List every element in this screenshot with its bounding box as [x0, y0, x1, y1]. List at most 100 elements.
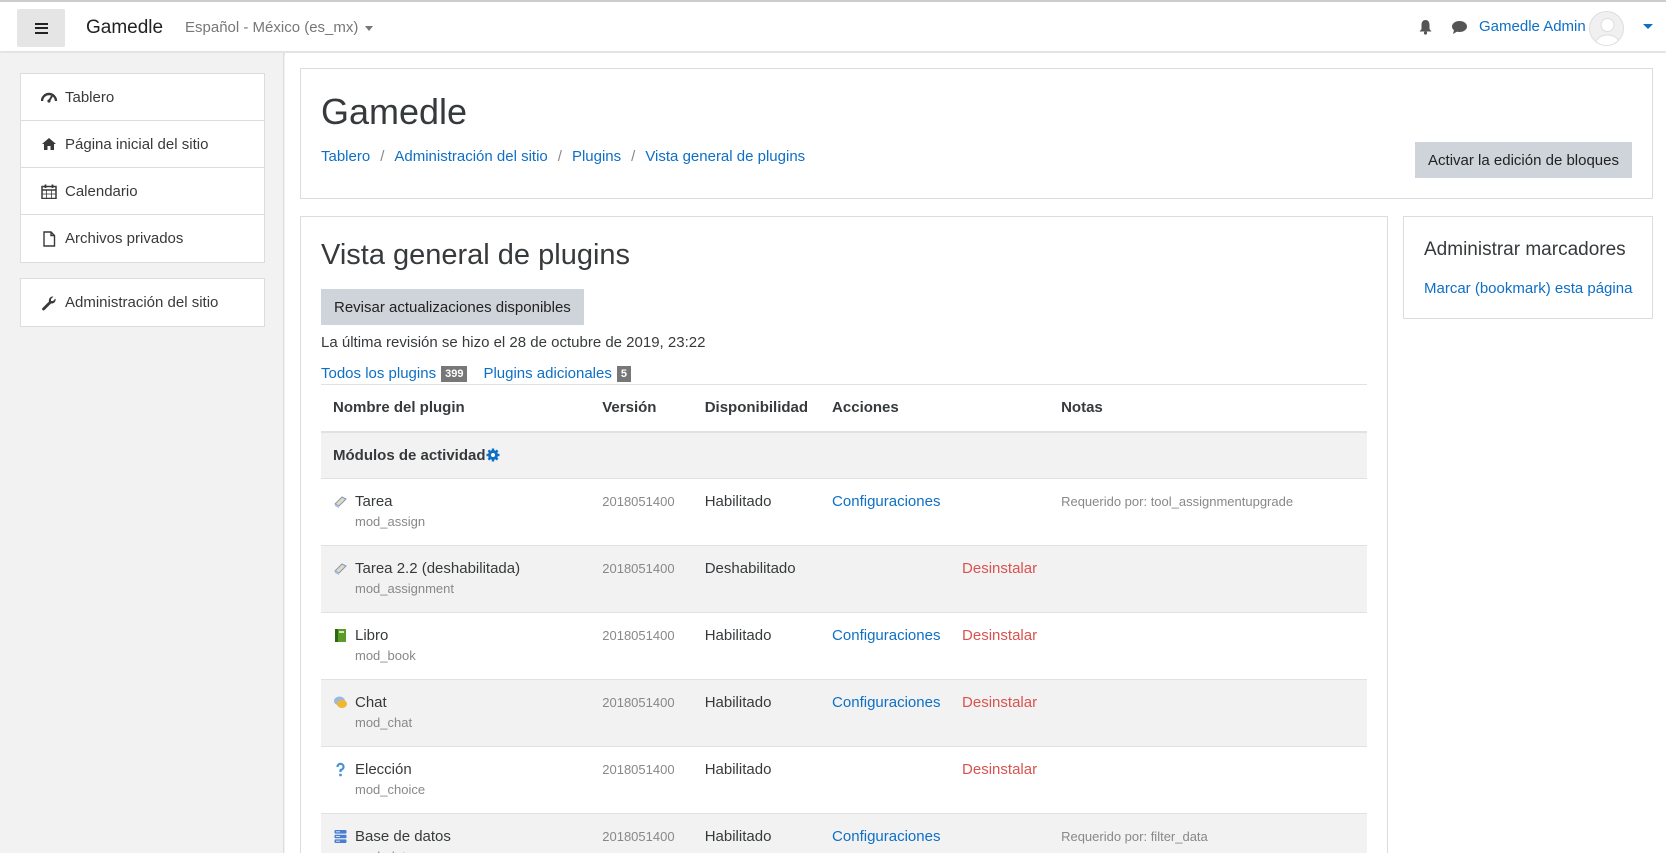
- drawer-item-private-files[interactable]: Archivos privados: [21, 215, 264, 262]
- hamburger-icon: [34, 22, 48, 34]
- filter-all-plugins-link[interactable]: Todos los plugins: [321, 365, 436, 382]
- drawer-admin-nav: Administración del sitio: [20, 278, 265, 327]
- language-menu[interactable]: Español - México (es_mx): [185, 19, 374, 36]
- drawer-item-label: Tablero: [65, 88, 115, 106]
- plugin-component: mod_assignment: [355, 581, 454, 596]
- book-icon: [335, 629, 346, 642]
- drawer-item-label: Administración del sitio: [65, 294, 219, 311]
- check-updates-button[interactable]: Revisar actualizaciones disponibles: [321, 289, 584, 325]
- breadcrumb-link-plugins-overview[interactable]: Vista general de plugins: [645, 148, 805, 165]
- settings-link[interactable]: [832, 560, 962, 577]
- nav-drawer: Tablero Página inicial del sitio Calenda…: [0, 53, 284, 853]
- plugin-availability: Habilitado: [692, 612, 821, 680]
- plugin-notes: Requerido por: filter_data: [1061, 829, 1208, 844]
- settings-link[interactable]: Configuraciones: [832, 828, 962, 845]
- plugin-version: 2018051400: [602, 628, 675, 643]
- column-header-notes: Notas: [1049, 384, 1367, 433]
- chat-bubble-icon: [334, 696, 347, 708]
- filter-additional-plugins-link[interactable]: Plugins adicionales: [483, 365, 611, 382]
- plugins-overview-region: Vista general de plugins Revisar actuali…: [300, 216, 1388, 853]
- settings-gear-icon[interactable]: [486, 448, 500, 462]
- count-badge: 5: [616, 365, 631, 382]
- drawer-item-dashboard[interactable]: Tablero: [21, 74, 264, 121]
- settings-link[interactable]: Configuraciones: [832, 493, 962, 510]
- user-menu-chevron-icon[interactable]: [1643, 24, 1653, 29]
- plugin-name: Base de datos: [355, 828, 451, 845]
- plugin-version: 2018051400: [602, 494, 675, 509]
- user-avatar[interactable]: [1589, 11, 1624, 46]
- plugin-component: mod_book: [355, 648, 416, 663]
- section-title: Vista general de plugins: [321, 239, 631, 271]
- drawer-item-site-admin[interactable]: Administración del sitio: [21, 279, 264, 326]
- messages-icon[interactable]: [1451, 20, 1468, 39]
- uninstall-link[interactable]: Desinstalar: [962, 627, 1037, 644]
- drawer-item-site-home[interactable]: Página inicial del sitio: [21, 121, 264, 168]
- page-title: Gamedle: [321, 91, 468, 132]
- plugins-table: Nombre del plugin Versión Disponibilidad…: [321, 384, 1367, 853]
- count-badge: 399: [441, 365, 468, 382]
- drawer-main-nav: Tablero Página inicial del sitio Calenda…: [20, 73, 265, 263]
- assign-icon: [334, 496, 347, 508]
- notifications-bell-icon[interactable]: [1418, 19, 1433, 39]
- plugin-version: 2018051400: [602, 695, 675, 710]
- table-header-row: Nombre del plugin Versión Disponibilidad…: [321, 384, 1367, 433]
- column-header-actions: Acciones: [820, 384, 1050, 433]
- plugin-name: Libro: [355, 627, 389, 644]
- category-row: Módulos de actividad: [321, 431, 1367, 479]
- column-header-version: Versión: [590, 384, 693, 433]
- drawer-item-label: Archivos privados: [65, 230, 184, 247]
- plugin-name: Elección: [355, 761, 412, 778]
- plugin-name: Tarea 2.2 (deshabilitada): [355, 560, 521, 577]
- settings-link[interactable]: [832, 761, 962, 778]
- plugin-notes: Requerido por: tool_assignmentupgrade: [1061, 494, 1294, 509]
- plugin-component: mod_choice: [355, 782, 426, 797]
- turn-editing-on-button[interactable]: Activar la edición de bloques: [1415, 142, 1632, 178]
- plugin-version: 2018051400: [602, 829, 675, 844]
- plugin-name: Tarea: [355, 493, 393, 510]
- file-icon: [43, 230, 56, 247]
- plugin-availability: Habilitado: [692, 679, 821, 747]
- last-check-text: La última revisión se hizo el 28 de octu…: [321, 334, 706, 351]
- plugin-component: mod_chat: [355, 715, 413, 730]
- table-row: Libro mod_book 2018051400 Habilitado Con…: [321, 612, 1367, 680]
- assign-icon: [334, 563, 347, 575]
- settings-link[interactable]: Configuraciones: [832, 694, 962, 711]
- language-label: Español - México (es_mx): [185, 19, 359, 36]
- site-brand[interactable]: Gamedle: [86, 17, 163, 39]
- breadcrumb: Tablero / Administración del sitio / Plugi…: [321, 148, 806, 165]
- plugin-availability: Habilitado: [692, 478, 821, 546]
- column-header-availability: Disponibilidad: [692, 384, 821, 433]
- bookmarks-block-title: Administrar marcadores: [1424, 239, 1626, 260]
- user-menu-name[interactable]: Gamedle Admin: [1479, 18, 1586, 35]
- breadcrumb-link-plugins[interactable]: Plugins: [572, 148, 621, 165]
- top-navbar: Gamedle Español - México (es_mx) Gamedle…: [0, 0, 1666, 52]
- plugin-filters: Todos los plugins 399 Plugins adicionales…: [321, 365, 647, 382]
- drawer-item-calendar[interactable]: Calendario: [21, 168, 264, 215]
- wrench-icon: [42, 295, 56, 310]
- calendar-icon: [41, 184, 57, 199]
- breadcrumb-link-dashboard[interactable]: Tablero: [321, 148, 370, 165]
- breadcrumb-link-site-admin[interactable]: Administración del sitio: [394, 148, 547, 165]
- uninstall-link[interactable]: Desinstalar: [962, 560, 1037, 577]
- question-icon: [336, 762, 345, 777]
- drawer-toggle-button[interactable]: [17, 9, 65, 47]
- plugin-component: mod_data: [355, 849, 578, 853]
- plugin-version: 2018051400: [602, 561, 675, 576]
- database-icon: [334, 830, 347, 843]
- table-row: Tarea 2.2 (deshabilitada) mod_assignment…: [321, 545, 1367, 613]
- table-row: Chat mod_chat 2018051400 Habilitado Conf…: [321, 679, 1367, 747]
- settings-link[interactable]: Configuraciones: [832, 627, 962, 644]
- home-icon: [42, 138, 56, 150]
- uninstall-link[interactable]: Desinstalar: [962, 761, 1037, 778]
- plugin-availability: Habilitado: [692, 746, 821, 814]
- plugin-version: 2018051400: [602, 762, 675, 777]
- uninstall-link[interactable]: Desinstalar: [962, 694, 1037, 711]
- column-header-name: Nombre del plugin: [321, 384, 591, 433]
- bookmark-page-link[interactable]: Marcar (bookmark) esta página: [1424, 280, 1632, 297]
- table-row: Tarea mod_assign 2018051400 Habilitado C…: [321, 478, 1367, 546]
- dashboard-icon: [41, 92, 57, 103]
- chevron-down-icon: [365, 25, 374, 31]
- page-header: Gamedle Tablero / Administración del siti…: [300, 68, 1653, 199]
- category-label: Módulos de actividad: [333, 446, 486, 464]
- plugin-availability: Habilitado: [692, 813, 821, 853]
